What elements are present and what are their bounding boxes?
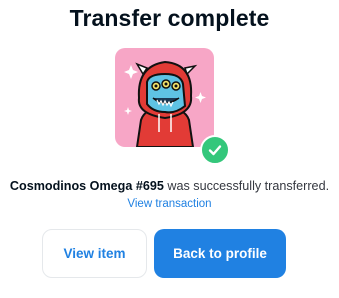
nft-image xyxy=(115,48,214,147)
item-name: Cosmodinos Omega #695 xyxy=(9,179,164,193)
message-suffix: was successfully transferred. xyxy=(163,179,330,193)
view-transaction-link[interactable]: View transaction xyxy=(0,198,339,210)
checkmark-icon xyxy=(200,135,230,165)
nft-preview xyxy=(115,48,230,165)
transfer-message: Cosmodinos Omega #695 was successfully t… xyxy=(0,179,339,193)
back-to-profile-button[interactable]: Back to profile xyxy=(154,229,286,278)
view-item-button[interactable]: View item xyxy=(42,229,147,278)
page-title: Transfer complete xyxy=(69,5,270,31)
